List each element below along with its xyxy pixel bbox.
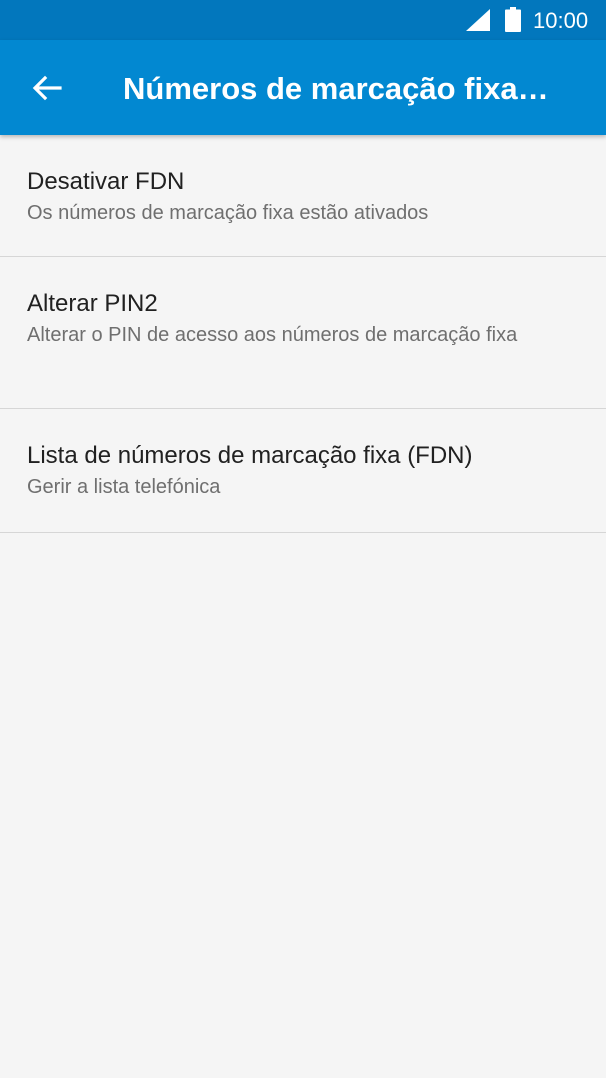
page-title: Números de marcação fixa… [123, 71, 549, 106]
signal-icon [466, 9, 490, 31]
status-bar: 10:00 [0, 0, 606, 40]
back-button[interactable] [28, 69, 66, 107]
settings-item-title: Lista de números de marcação fixa (FDN) [27, 442, 473, 469]
settings-item-summary: Gerir a lista telefónica [27, 476, 221, 498]
app-bar: Números de marcação fixa… [0, 40, 606, 135]
settings-item-change-pin2[interactable]: Alterar PIN2 Alterar o PIN de acesso aos… [0, 257, 606, 409]
settings-item-title: Alterar PIN2 [27, 290, 158, 317]
settings-item-disable-fdn[interactable]: Desativar FDN Os números de marcação fix… [0, 135, 606, 257]
settings-item-fdn-list[interactable]: Lista de números de marcação fixa (FDN) … [0, 409, 606, 533]
settings-item-summary: Os números de marcação fixa estão ativad… [27, 202, 429, 224]
arrow-back-icon [32, 75, 62, 101]
status-clock: 10:00 [533, 8, 589, 33]
settings-item-title: Desativar FDN [27, 168, 185, 195]
settings-list: Desativar FDN Os números de marcação fix… [0, 135, 606, 533]
settings-item-summary: Alterar o PIN de acesso aos números de m… [27, 324, 518, 346]
battery-icon [505, 7, 521, 32]
